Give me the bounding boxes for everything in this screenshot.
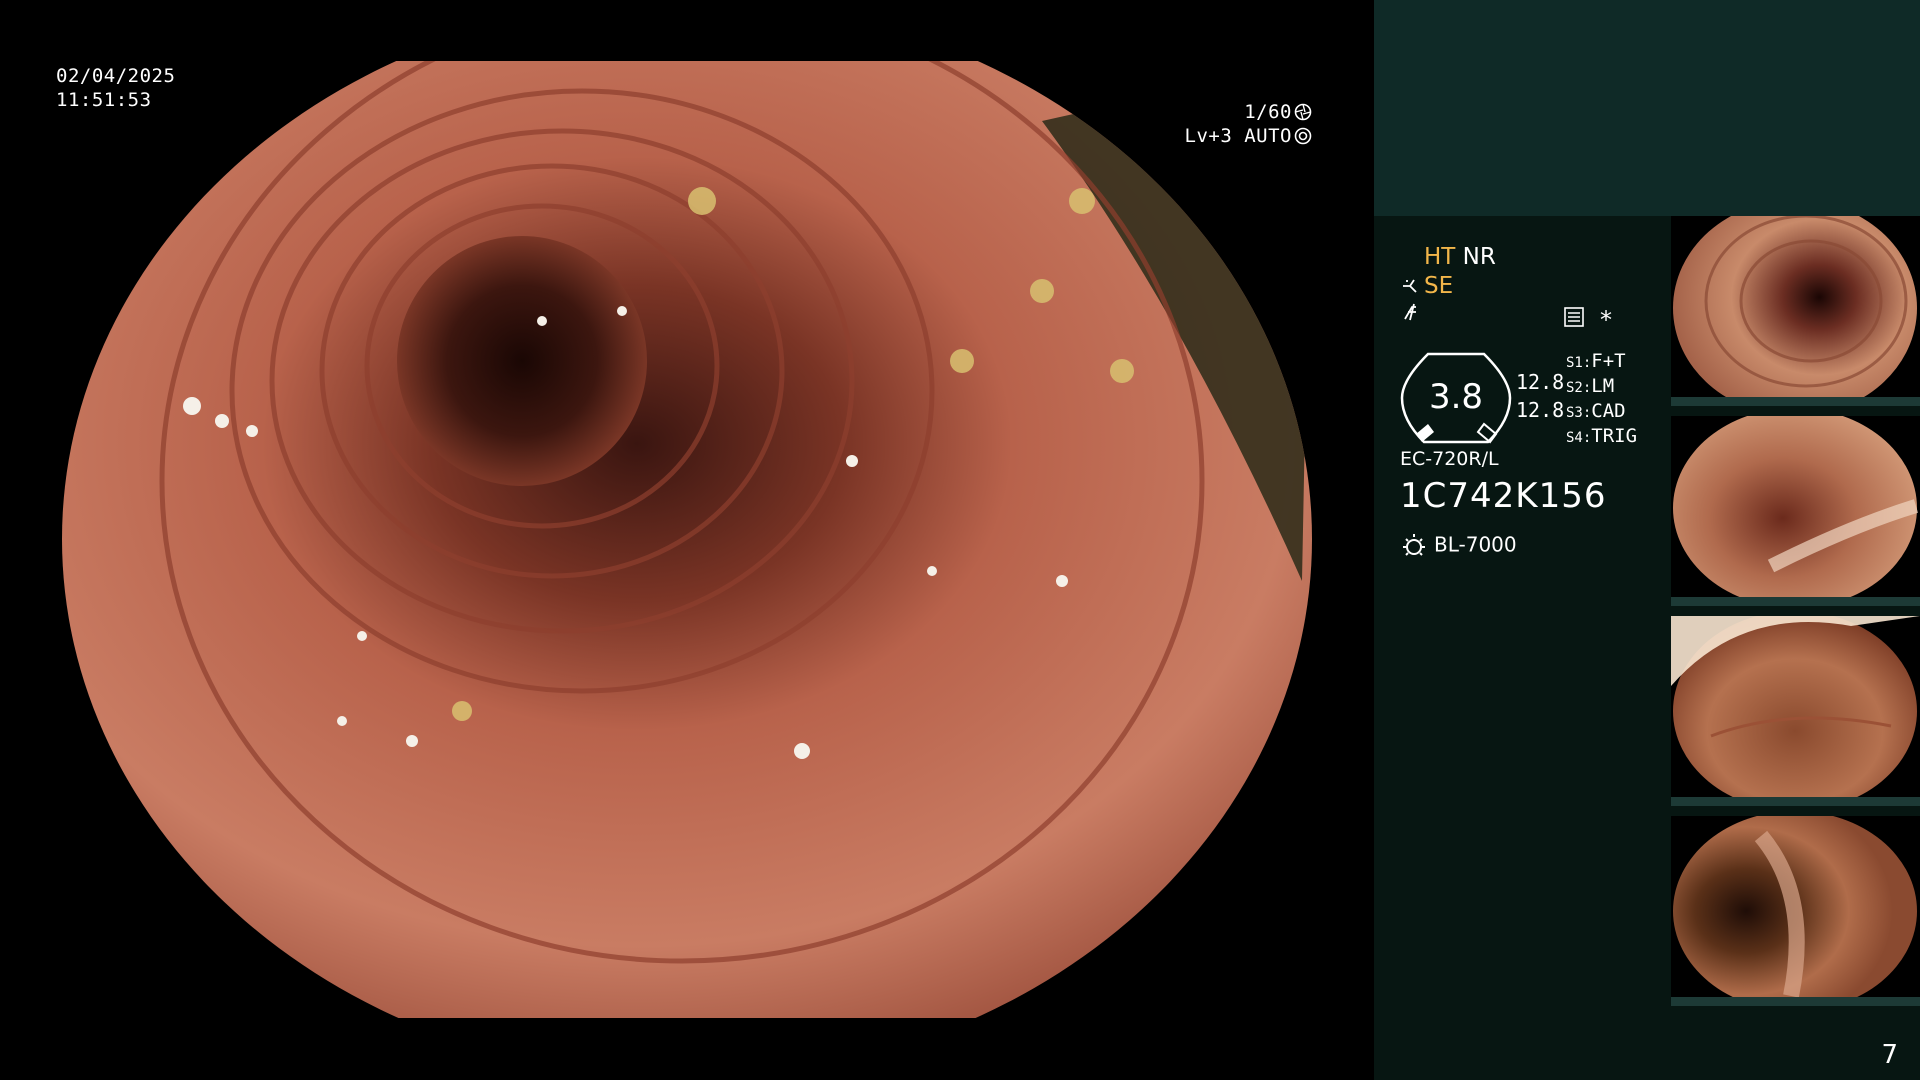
menu-settings-icon xyxy=(1563,306,1585,332)
exposure-overlay: 1/60 Lv+3 AUTO xyxy=(1185,100,1312,148)
switch-1: S1:F+T xyxy=(1566,350,1626,372)
switch-4: S4:TRIG xyxy=(1566,425,1638,447)
structure-enhance-icon xyxy=(1403,279,1417,293)
page-number: 7 xyxy=(1881,1040,1898,1070)
thumbnail-2[interactable] xyxy=(1671,416,1920,606)
signal-icon xyxy=(1402,302,1424,328)
switch-2: S2:LM xyxy=(1566,375,1615,397)
thumbnail-1[interactable] xyxy=(1671,216,1920,406)
gauge-value: 3.8 xyxy=(1429,377,1483,417)
iris-icon xyxy=(1294,127,1312,145)
light-source-label: BL-7000 xyxy=(1434,532,1517,557)
thumbnail-3[interactable] xyxy=(1671,616,1920,806)
thumbnail-4[interactable] xyxy=(1671,816,1920,1006)
value-1: 12.8 xyxy=(1516,370,1565,394)
date-text: 02/04/2025 xyxy=(56,65,176,87)
time-text: 11:51:53 xyxy=(56,89,152,111)
panel-header-area xyxy=(1374,0,1920,216)
nr-label: NR xyxy=(1462,244,1496,270)
datetime-overlay: 02/04/2025 11:51:53 xyxy=(56,64,175,112)
asterisk-indicator: * xyxy=(1600,306,1612,334)
se-indicator: SE xyxy=(1402,273,1453,299)
shutter-text: 1/60 xyxy=(1244,101,1292,123)
switch-3: S3:CAD xyxy=(1566,400,1626,422)
aperture-icon xyxy=(1294,103,1312,121)
ht-label: HT xyxy=(1424,244,1456,270)
scope-serial: 1C742K156 xyxy=(1400,476,1607,516)
ht-nr-indicator: HT NR xyxy=(1424,244,1496,270)
light-bulb-icon xyxy=(1403,534,1425,556)
endoscope-view xyxy=(62,61,1312,1018)
se-label: SE xyxy=(1424,273,1454,299)
value-2: 12.8 xyxy=(1516,398,1565,422)
iris-text: Lv+3 AUTO xyxy=(1184,125,1292,147)
scope-model: EC-720R/L xyxy=(1400,448,1499,470)
gauge: 3.8 xyxy=(1400,352,1512,444)
light-source: BL-7000 xyxy=(1400,532,1517,560)
